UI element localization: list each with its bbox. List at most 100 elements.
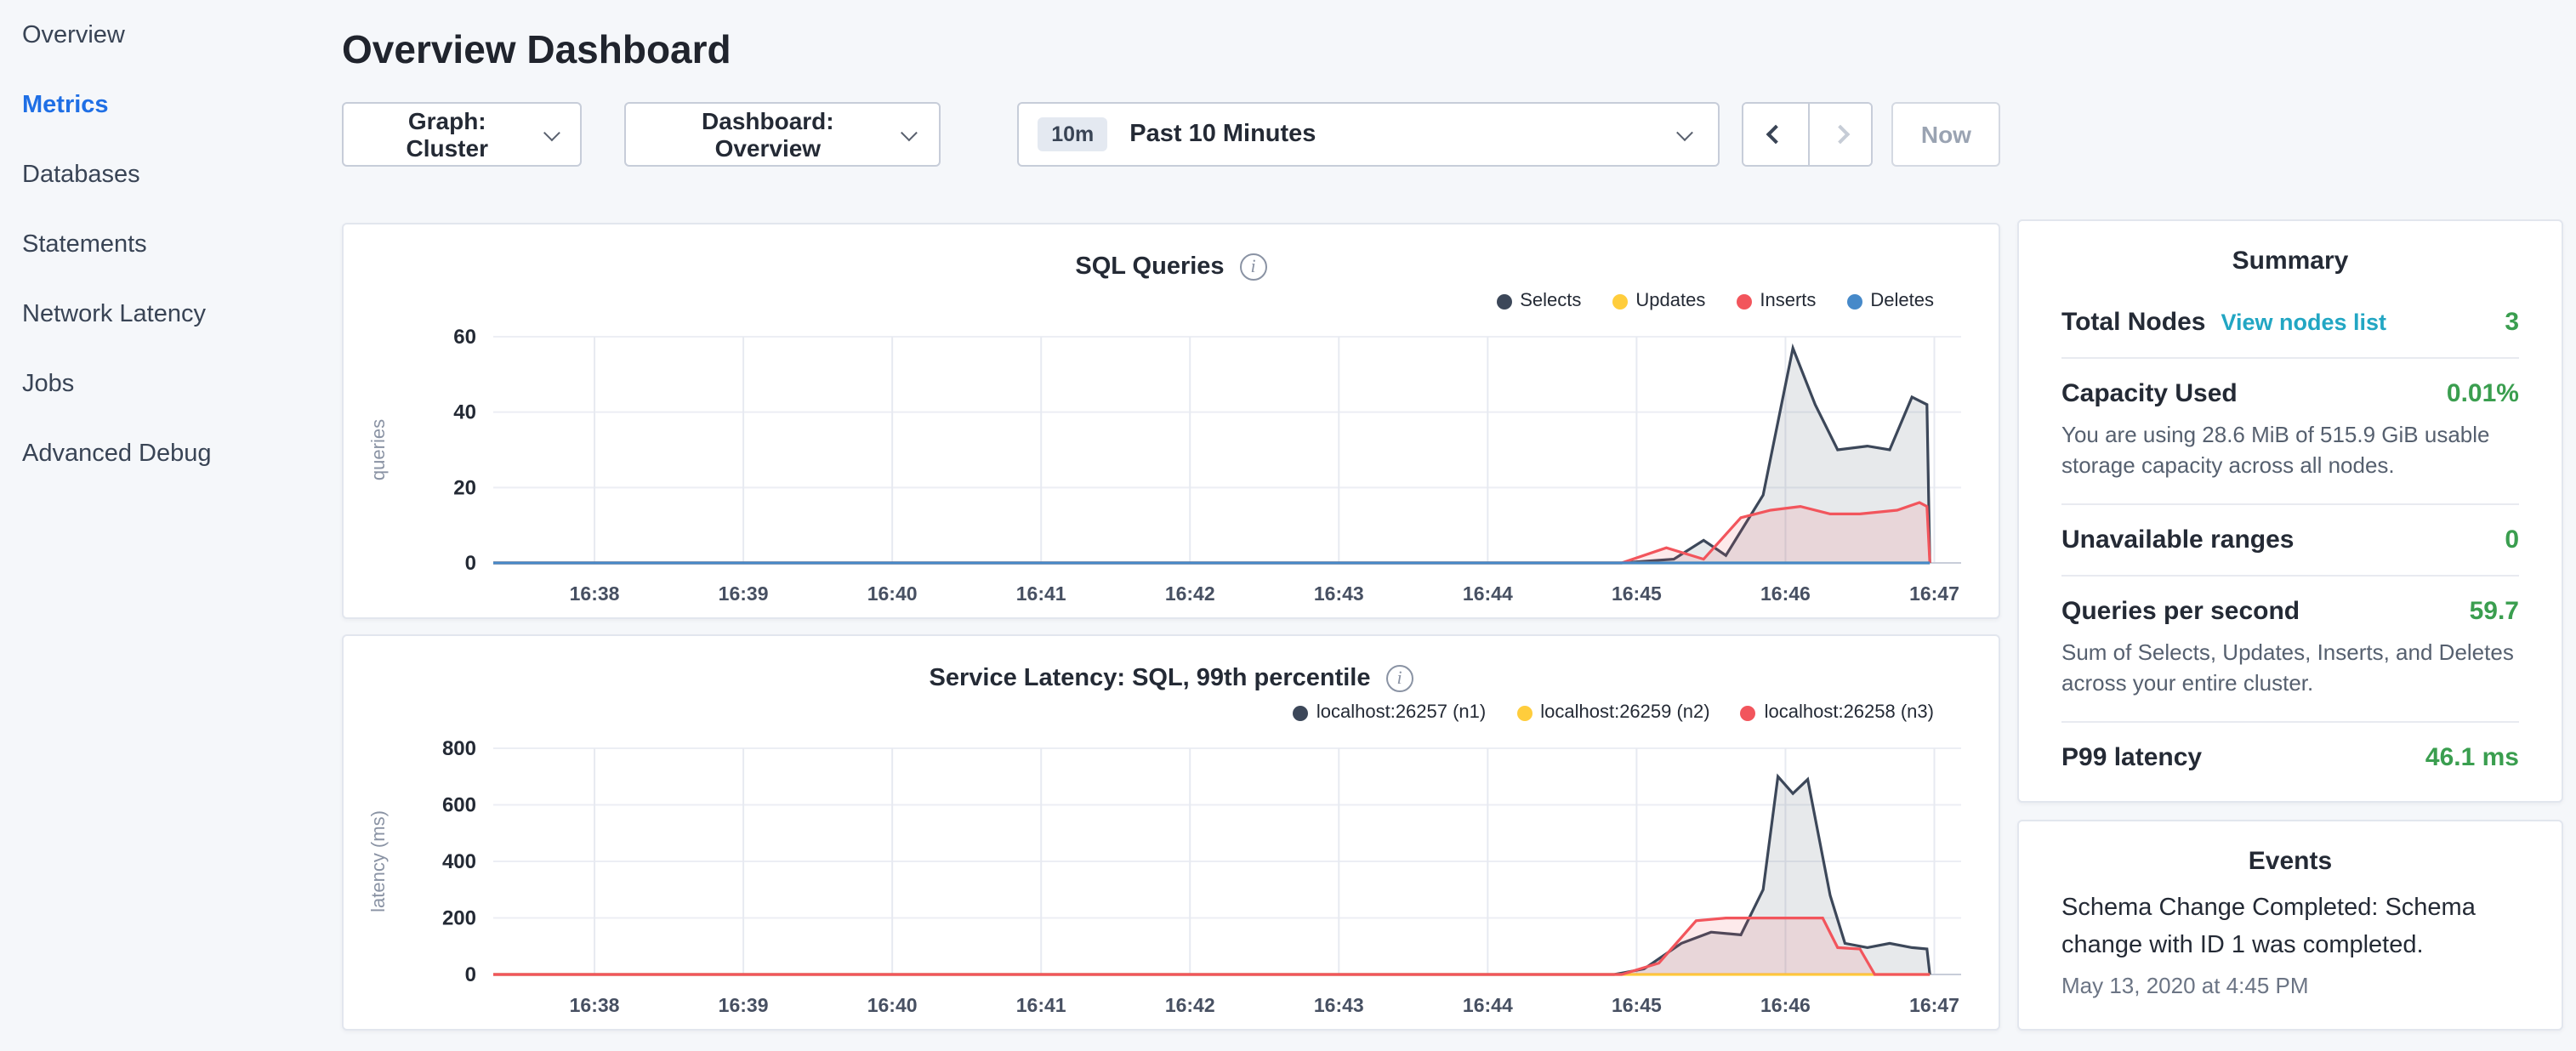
summary-label: Unavailable ranges <box>2061 526 2294 554</box>
summary-label: Capacity Used <box>2061 379 2238 408</box>
info-icon[interactable] <box>1386 665 1413 692</box>
legend-item: Deletes <box>1846 291 1934 311</box>
x-tick-label: 16:43 <box>1314 582 1364 605</box>
now-button[interactable]: Now <box>1892 102 2000 167</box>
time-forward-button[interactable] <box>1808 104 1872 165</box>
graph-scope-label: Graph: Cluster <box>367 107 527 162</box>
x-tick-label: 16:38 <box>570 582 620 605</box>
legend-label: Deletes <box>1870 291 1934 311</box>
sidebar-item-overview[interactable]: Overview <box>22 0 316 70</box>
y-axis-label: latency (ms) <box>367 810 389 912</box>
info-icon[interactable] <box>1240 253 1267 281</box>
sql-queries-chart: 020406016:3816:3916:4016:4116:4216:4316:… <box>361 320 1985 614</box>
series-area <box>493 503 1930 563</box>
legend-item: Inserts <box>1736 291 1816 311</box>
main-content: Overview Dashboard Graph: Cluster Dashbo… <box>342 0 2000 1031</box>
x-tick-label: 16:46 <box>1760 582 1811 605</box>
graph-scope-dropdown[interactable]: Graph: Cluster <box>342 102 583 167</box>
sidebar-item-metrics[interactable]: Metrics <box>22 70 316 139</box>
legend-item: localhost:26258 (n3) <box>1741 702 1934 723</box>
chevron-down-icon <box>901 123 918 139</box>
dashboard-dropdown[interactable]: Dashboard: Overview <box>625 102 941 167</box>
right-sidebar: Summary Total Nodes View nodes list 3 Ca… <box>2017 219 2563 1031</box>
sidebar: Overview Metrics Databases Statements Ne… <box>0 0 316 488</box>
series-area <box>493 348 1930 563</box>
legend-dot <box>1846 293 1862 309</box>
x-tick-label: 16:47 <box>1909 994 1959 1016</box>
events-panel: Events Schema Change Completed: Schema c… <box>2017 820 2563 1031</box>
x-tick-label: 16:38 <box>570 994 620 1016</box>
legend-dot <box>1736 293 1751 309</box>
summary-panel: Summary Total Nodes View nodes list 3 Ca… <box>2017 219 2563 803</box>
x-tick-label: 16:40 <box>867 582 918 605</box>
summary-label: P99 latency <box>2061 743 2202 772</box>
x-tick-label: 16:47 <box>1909 582 1959 605</box>
summary-value: 0.01% <box>2447 379 2519 408</box>
chevron-down-icon <box>1677 123 1694 140</box>
y-tick-label: 400 <box>442 850 476 873</box>
sidebar-item-jobs[interactable]: Jobs <box>22 349 316 418</box>
x-tick-label: 16:40 <box>867 994 918 1016</box>
summary-note: You are using 28.6 MiB of 515.9 GiB usab… <box>2061 420 2519 483</box>
legend-item: Updates <box>1612 291 1705 311</box>
sidebar-item-databases[interactable]: Databases <box>22 139 316 209</box>
event-text: Schema Change Completed: Schema change w… <box>2061 891 2519 965</box>
legend-dot <box>1516 705 1532 720</box>
legend-item: Selects <box>1496 291 1581 311</box>
legend-dot <box>1612 293 1627 309</box>
legend-dot <box>1741 705 1756 720</box>
summary-row-unavailable-ranges: Unavailable ranges 0 <box>2061 505 2519 577</box>
chart-title: SQL Queries <box>1075 253 1224 281</box>
sidebar-item-advanced-debug[interactable]: Advanced Debug <box>22 418 316 488</box>
chart-legend: Selects Updates Inserts Deletes <box>361 286 1982 316</box>
x-tick-label: 16:44 <box>1463 582 1513 605</box>
summary-title: Summary <box>2061 247 2519 276</box>
events-title: Events <box>2061 847 2519 876</box>
x-tick-label: 16:43 <box>1314 994 1364 1016</box>
legend-item: localhost:26257 (n1) <box>1293 702 1486 723</box>
legend-dot <box>1496 293 1511 309</box>
time-range-badge: 10m <box>1038 117 1107 151</box>
app-root: Overview Metrics Databases Statements Ne… <box>0 0 2576 1051</box>
x-tick-label: 16:42 <box>1165 582 1215 605</box>
x-tick-label: 16:39 <box>719 582 769 605</box>
summary-row-queries-per-second: Queries per second 59.7 Sum of Selects, … <box>2061 577 2519 723</box>
y-tick-label: 20 <box>453 476 476 499</box>
x-tick-label: 16:39 <box>719 994 769 1016</box>
dashboard-label: Dashboard: Overview <box>651 107 885 162</box>
legend-label: Selects <box>1520 291 1581 311</box>
y-tick-label: 0 <box>465 963 476 986</box>
legend-dot <box>1293 705 1308 720</box>
sidebar-item-statements[interactable]: Statements <box>22 209 316 279</box>
summary-value: 3 <box>2505 308 2519 337</box>
legend-label: Updates <box>1635 291 1705 311</box>
summary-value: 46.1 ms <box>2425 743 2519 772</box>
time-back-button[interactable] <box>1744 104 1808 165</box>
time-range-picker[interactable]: 10m Past 10 Minutes <box>1017 102 1720 167</box>
legend-label: Inserts <box>1760 291 1816 311</box>
summary-value: 59.7 <box>2470 597 2519 626</box>
summary-note: Sum of Selects, Updates, Inserts, and De… <box>2061 638 2519 701</box>
view-nodes-list-link[interactable]: View nodes list <box>2221 310 2386 335</box>
x-tick-label: 16:41 <box>1016 994 1066 1016</box>
y-tick-label: 60 <box>453 326 476 349</box>
summary-label: Total Nodes <box>2061 308 2205 337</box>
event-timestamp: May 13, 2020 at 4:45 PM <box>2061 974 2519 999</box>
x-tick-label: 16:45 <box>1612 994 1662 1016</box>
summary-row-capacity-used: Capacity Used 0.01% You are using 28.6 M… <box>2061 359 2519 505</box>
y-tick-label: 200 <box>442 907 476 930</box>
controls-bar: Graph: Cluster Dashboard: Overview 10m P… <box>342 102 2000 167</box>
legend-item: localhost:26259 (n2) <box>1516 702 1709 723</box>
chevron-left-icon <box>1766 125 1786 145</box>
x-tick-label: 16:45 <box>1612 582 1662 605</box>
x-tick-label: 16:46 <box>1760 994 1811 1016</box>
summary-row-p99-latency: P99 latency 46.1 ms <box>2061 723 2519 793</box>
time-range-label: Past 10 Minutes <box>1129 121 1658 148</box>
x-tick-label: 16:41 <box>1016 582 1066 605</box>
y-tick-label: 0 <box>465 552 476 575</box>
sidebar-item-network-latency[interactable]: Network Latency <box>22 279 316 349</box>
series-area <box>493 918 1930 974</box>
series-line <box>493 348 1930 563</box>
summary-value: 0 <box>2505 526 2519 554</box>
summary-row-total-nodes: Total Nodes View nodes list 3 <box>2061 287 2519 359</box>
